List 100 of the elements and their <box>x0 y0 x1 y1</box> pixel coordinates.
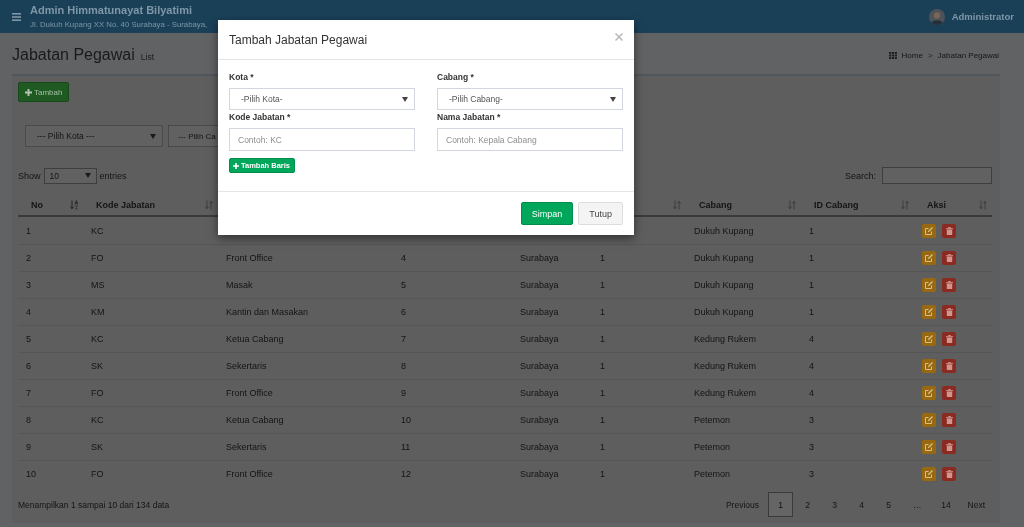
dropdown-select[interactable]: -Pilih Cabang- <box>437 88 623 110</box>
field-label: Kode Jabatan * <box>229 112 292 123</box>
edit-button[interactable] <box>922 467 936 481</box>
search-field[interactable] <box>882 167 992 184</box>
field-label: Kota * <box>229 72 255 83</box>
trash-icon <box>945 362 953 370</box>
delete-button[interactable] <box>942 386 956 400</box>
sort-icon[interactable] <box>788 199 796 210</box>
next-button[interactable]: Next <box>960 492 992 517</box>
table-info: Menampilkan 1 sampai 10 dari 134 data <box>18 499 170 510</box>
trash-icon <box>945 470 953 478</box>
table-cell-text: Kedung Rukem <box>693 334 758 344</box>
sort-icon[interactable] <box>979 199 987 210</box>
grid-icon <box>888 51 897 59</box>
table-cell-text: 1 <box>599 253 606 263</box>
breadcrumb-link[interactable]: Home <box>901 50 923 60</box>
table-cell-text: 1 <box>808 280 815 290</box>
dropdown-select[interactable]: -Pilih Kota- <box>229 88 415 110</box>
page-button[interactable]: 1 <box>768 492 793 517</box>
table-cell-text: KC <box>90 225 105 236</box>
pencil-icon <box>925 443 933 451</box>
previous-button[interactable]: Previous <box>718 492 766 517</box>
delete-button[interactable] <box>942 440 956 454</box>
sort-icon[interactable] <box>673 199 681 210</box>
add-button[interactable]: Tambah <box>18 82 70 102</box>
page-button[interactable]: 2 <box>795 492 820 517</box>
table-cell-text: Dukuh Kupang <box>693 307 755 317</box>
delete-button[interactable] <box>942 359 956 373</box>
trash-icon <box>945 226 953 235</box>
delete-button[interactable] <box>942 305 956 319</box>
table-cell-text: KM <box>90 307 106 317</box>
table-cell-text: Petemon <box>693 442 732 452</box>
table-cell-text: 3 <box>808 442 815 452</box>
table-cell-text: Surabaya <box>519 253 560 263</box>
table-cell-text: Surabaya <box>519 307 560 317</box>
save-button[interactable]: Simpan <box>520 202 574 225</box>
page-button[interactable]: 3 <box>822 492 847 517</box>
column-header[interactable]: ID Cabang <box>814 199 859 210</box>
trash-icon <box>945 389 953 397</box>
table-cell-text: 8 <box>400 361 407 371</box>
trash-icon <box>945 416 953 424</box>
column-header[interactable]: No <box>31 199 43 210</box>
breadcrumb-current: Jabatan Pegawai <box>937 50 999 60</box>
table-cell-text: 1 <box>25 225 32 236</box>
table-cell-text: MS <box>90 280 106 290</box>
edit-button[interactable] <box>922 359 936 373</box>
page-button[interactable]: 14 <box>933 492 959 517</box>
plus-icon <box>233 162 239 169</box>
delete-button[interactable] <box>942 413 956 427</box>
edit-button[interactable] <box>922 386 936 400</box>
column-header[interactable]: Aksi <box>927 199 946 210</box>
close-dialog-button[interactable]: Tutup <box>578 202 623 225</box>
caret-icon <box>610 96 616 102</box>
edit-button[interactable] <box>922 278 936 292</box>
table-cell-text: FO <box>90 253 105 263</box>
delete-button[interactable] <box>942 332 956 346</box>
text-input[interactable]: Contoh: KC <box>229 128 415 151</box>
table-cell-text: 1 <box>808 307 815 317</box>
field-label: Nama Jabatan * <box>437 112 502 123</box>
table-cell-text: Ketua Cabang <box>225 415 285 425</box>
table-cell-text: 1 <box>599 469 606 479</box>
close-button[interactable] <box>615 32 623 41</box>
table-cell-text: Surabaya <box>519 361 560 371</box>
pencil-icon <box>925 389 933 397</box>
table-cell-text: 4 <box>808 361 815 371</box>
delete-button[interactable] <box>942 251 956 265</box>
edit-button[interactable] <box>922 332 936 346</box>
delete-button[interactable] <box>942 278 956 292</box>
sort-icon[interactable] <box>901 199 909 210</box>
text-input[interactable]: Contoh: Kepala Cabang <box>437 128 623 151</box>
column-header[interactable]: Kode Jabatan <box>96 199 155 210</box>
city-filter-select[interactable]: --- Pilih Kota --- <box>25 125 163 147</box>
edit-button[interactable] <box>922 413 936 427</box>
edit-button[interactable] <box>922 440 936 454</box>
table-cell-text: Sekertaris <box>225 361 268 371</box>
avatar-icon <box>928 8 945 25</box>
show-label: Show <box>18 170 41 181</box>
sort-icon[interactable] <box>205 199 213 210</box>
branch-filter-select[interactable]: --- Pilih Ca <box>168 125 218 147</box>
table-cell-text: KC <box>90 334 105 344</box>
menu-icon[interactable] <box>12 12 21 21</box>
delete-button[interactable] <box>942 467 956 481</box>
user-menu[interactable]: Administrator <box>928 8 1014 25</box>
search-label: Search: <box>844 170 876 181</box>
table-cell-text: 5 <box>25 334 32 344</box>
table-cell-text: 10 <box>400 415 412 425</box>
edit-button[interactable] <box>922 305 936 319</box>
delete-button[interactable] <box>942 223 956 238</box>
table-cell-text: Front Office <box>225 469 274 479</box>
edit-button[interactable] <box>922 223 936 238</box>
column-header[interactable]: Cabang <box>699 199 732 210</box>
edit-button[interactable] <box>922 251 936 265</box>
page-size-select[interactable]: 10 <box>43 167 97 184</box>
table-cell-text: 1 <box>599 361 606 371</box>
page-button[interactable]: 5 <box>876 492 901 517</box>
table-cell-text: 4 <box>808 388 815 398</box>
trash-icon <box>945 308 953 316</box>
page-button[interactable]: 4 <box>849 492 874 517</box>
sort-icon[interactable] <box>70 199 78 210</box>
table-cell-text: 1 <box>808 225 815 236</box>
